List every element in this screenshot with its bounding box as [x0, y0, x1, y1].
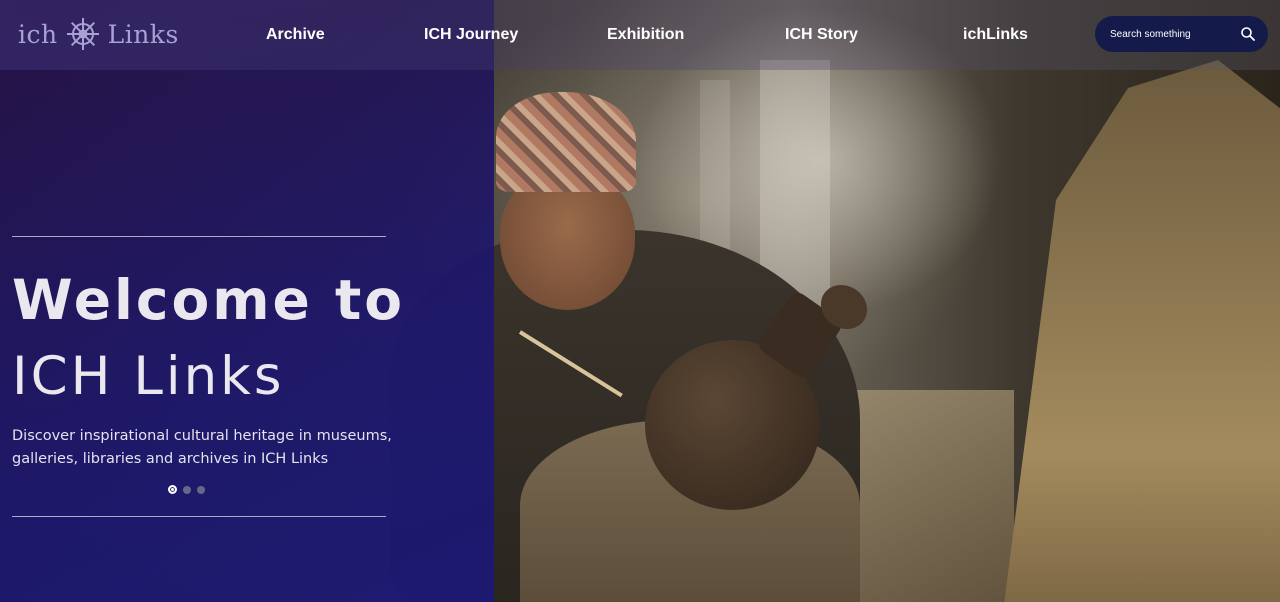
ship-wheel-icon [66, 18, 99, 50]
nav-ichlinks[interactable]: ichLinks [963, 0, 1028, 70]
hero-description: Discover inspirational cultural heritage… [12, 428, 392, 467]
nav-archive[interactable]: Archive [266, 0, 325, 70]
slide-dot-1[interactable] [168, 485, 177, 494]
nav-ich-journey[interactable]: ICH Journey [424, 0, 518, 70]
search-box [1095, 16, 1268, 52]
logo-text-right: Links [107, 19, 179, 49]
bottom-divider [12, 516, 386, 517]
slide-indicators [168, 485, 205, 494]
hero-welcome-heading: Welcome to [12, 268, 406, 332]
slide-dot-2[interactable] [183, 485, 191, 494]
top-navigation-bar: ich Links Archive ICH Journey Exhibition… [0, 0, 1280, 70]
hero-title: ICH Links [12, 346, 285, 407]
site-logo[interactable]: ich Links [18, 14, 179, 54]
nav-ich-story[interactable]: ICH Story [785, 0, 858, 70]
nav-exhibition[interactable]: Exhibition [607, 0, 684, 70]
logo-text-left: ich [18, 19, 58, 49]
top-divider [12, 236, 386, 237]
slide-dot-3[interactable] [197, 485, 205, 494]
artisan-hat [496, 92, 636, 192]
search-input[interactable] [1110, 28, 1230, 40]
search-icon[interactable] [1240, 26, 1256, 42]
